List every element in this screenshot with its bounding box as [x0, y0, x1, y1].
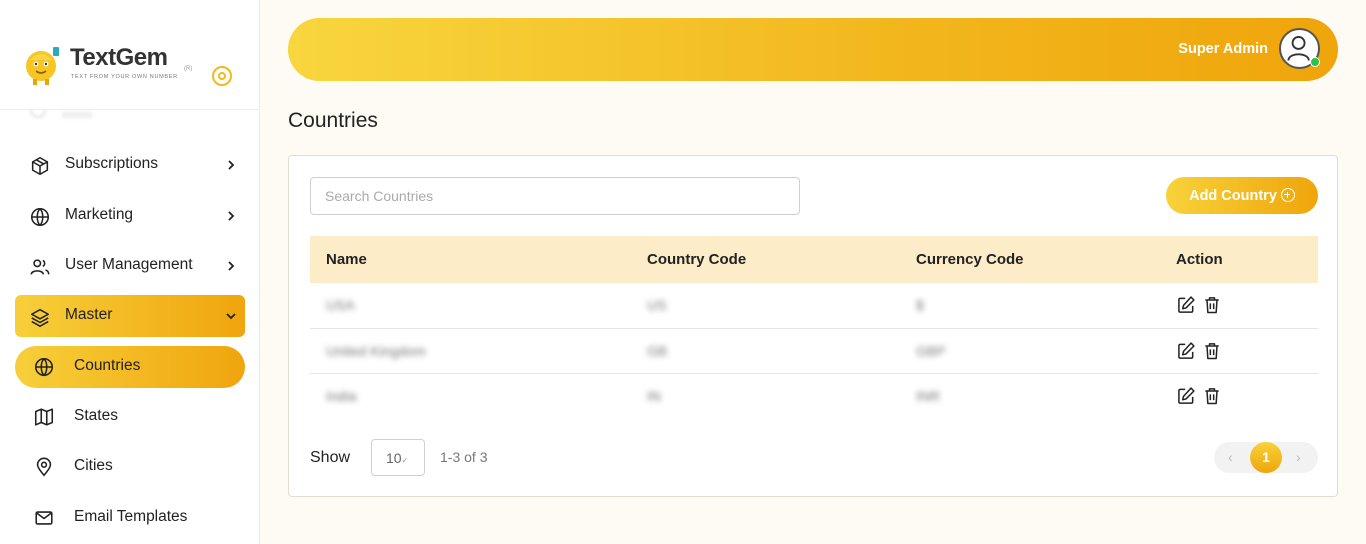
- cell-currency-code: $: [916, 297, 924, 314]
- pagination-next-button[interactable]: ›: [1296, 449, 1301, 465]
- trash-icon[interactable]: [1202, 341, 1222, 361]
- brand-header: TextGem (R) TEXT FROM YOUR OWN NUMBER: [0, 0, 259, 110]
- map-icon: [34, 408, 54, 426]
- sidebar-item-label: Cities: [74, 457, 113, 474]
- edit-icon[interactable]: [1176, 295, 1196, 315]
- cell-currency-code: INR: [916, 387, 941, 404]
- edit-icon[interactable]: [1176, 386, 1196, 406]
- top-header: Super Admin: [288, 18, 1338, 81]
- sidebar-item-label: Subscriptions: [65, 155, 159, 172]
- brand-registered-mark: (R): [184, 66, 193, 72]
- box-icon: [31, 156, 49, 176]
- edit-icon[interactable]: [1176, 341, 1196, 361]
- sidebar-item-states[interactable]: States: [15, 396, 245, 438]
- page-title: Countries: [288, 109, 378, 132]
- users-icon: [30, 259, 50, 275]
- search-input[interactable]: [310, 177, 800, 215]
- cell-country-code: US: [647, 297, 667, 314]
- cell-name: United Kingdom: [326, 342, 426, 359]
- sidebar-item-label: Countries: [74, 357, 141, 374]
- column-header-name[interactable]: Name: [310, 236, 647, 283]
- chevron-right-icon: [228, 160, 235, 170]
- sidebar-item-cities[interactable]: Cities: [15, 446, 245, 488]
- layers-icon: [30, 308, 50, 327]
- pagination: ‹ 1 ›: [1214, 442, 1318, 473]
- table-header-row: Name Country Code Currency Code Action: [310, 236, 1318, 283]
- mail-icon: [35, 511, 53, 525]
- page-size-label: Show: [310, 449, 351, 466]
- column-header-action: Action: [1176, 251, 1223, 268]
- sidebar-item-marketing[interactable]: Marketing: [15, 195, 245, 237]
- sidebar-item-label: Marketing: [65, 206, 134, 223]
- sidebar-item-label: Email Templates: [74, 508, 188, 525]
- sidebar-item-label: User Management: [65, 256, 193, 273]
- globe-icon: [30, 207, 50, 227]
- online-status-dot: [1310, 57, 1320, 67]
- chevron-down-icon: [226, 313, 236, 320]
- cell-country-code: IN: [647, 387, 661, 404]
- countries-card: Add Country Name Country Code Currency C…: [288, 155, 1338, 497]
- sidebar-item-label: Master: [65, 306, 113, 323]
- cell-country-code: GB: [647, 342, 668, 359]
- table-row: United Kingdom GB GBP: [310, 328, 1318, 373]
- column-header-country-code[interactable]: Country Code: [647, 236, 916, 283]
- pagination-range: 1-3 of 3: [440, 449, 488, 465]
- column-header-currency-code[interactable]: Currency Code: [916, 236, 1176, 283]
- sidebar-item-subscriptions[interactable]: Subscriptions: [15, 144, 245, 186]
- globe-icon: [34, 357, 54, 377]
- trash-icon[interactable]: [1202, 386, 1222, 406]
- sidebar-item-email-templates[interactable]: Email Templates: [15, 497, 245, 539]
- sidebar-item-countries[interactable]: Countries: [15, 346, 245, 388]
- cell-currency-code: GBP: [916, 342, 946, 359]
- brand-mascot-icon: [26, 47, 59, 85]
- user-avatar[interactable]: [1279, 28, 1320, 69]
- sidebar-toggle-button[interactable]: [212, 66, 232, 86]
- table-row: India IN INR: [310, 373, 1318, 418]
- cell-name: India: [326, 387, 357, 404]
- sidebar-item-master[interactable]: Master: [15, 295, 245, 337]
- countries-table: Name Country Code Currency Code Action U…: [310, 236, 1318, 418]
- cell-name: USA: [326, 297, 355, 314]
- pagination-page-button[interactable]: 1: [1250, 442, 1282, 473]
- user-name[interactable]: Super Admin: [1178, 41, 1268, 57]
- sidebar-item-label: States: [74, 407, 118, 424]
- chevron-down-icon: ✓: [401, 456, 409, 465]
- sidebar-item-user-management[interactable]: User Management: [15, 245, 245, 287]
- page-size-value: 10: [386, 450, 402, 466]
- chevron-right-icon: [228, 211, 235, 221]
- brand-tagline: TEXT FROM YOUR OWN NUMBER: [71, 74, 178, 80]
- brand-name: TextGem: [70, 44, 168, 71]
- chevron-right-icon: [228, 261, 235, 271]
- table-row: USA US $: [310, 283, 1318, 328]
- trash-icon[interactable]: [1202, 295, 1222, 315]
- map-pin-icon: [36, 457, 52, 477]
- pagination-prev-button[interactable]: ‹: [1228, 449, 1233, 465]
- add-country-button[interactable]: Add Country: [1166, 177, 1318, 214]
- add-country-label: Add Country: [1189, 187, 1277, 204]
- sidebar: TextGem (R) TEXT FROM YOUR OWN NUMBER Su…: [0, 0, 260, 544]
- plus-circle-icon: [1280, 187, 1295, 202]
- page-size-select[interactable]: 10✓: [371, 439, 425, 476]
